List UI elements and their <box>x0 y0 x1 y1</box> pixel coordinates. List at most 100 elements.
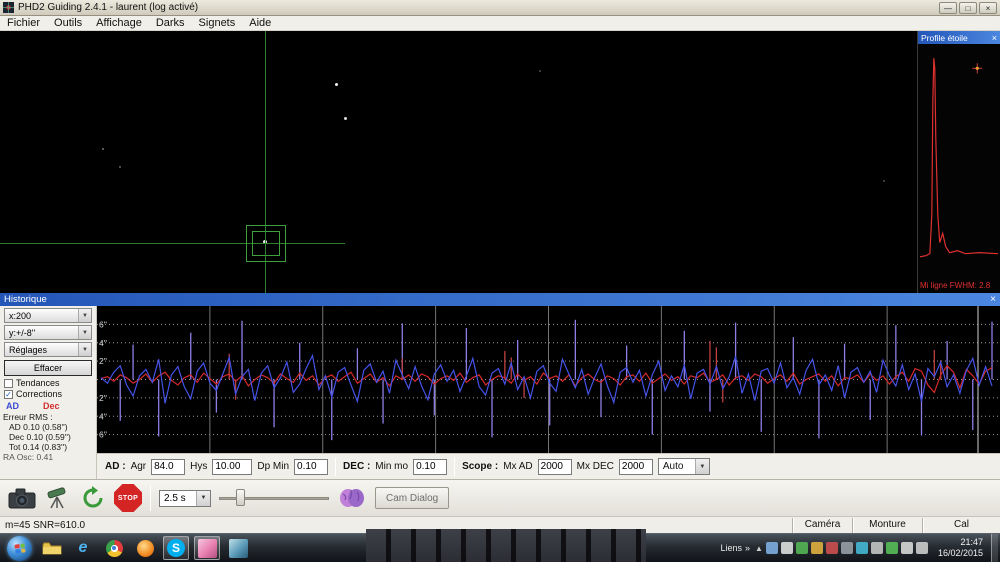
menu-darks[interactable]: Darks <box>149 17 192 29</box>
svg-text:4'': 4'' <box>99 411 107 421</box>
chevrons-icon: » <box>745 543 750 553</box>
links-toolbar[interactable]: Liens » <box>721 543 751 553</box>
reglages-select[interactable]: Réglages ▼ <box>4 342 92 357</box>
app-avatar-teal-icon[interactable] <box>225 536 251 560</box>
tray-icon-4[interactable] <box>811 542 823 554</box>
ra-legend-label: AD <box>6 401 19 411</box>
close-button[interactable]: × <box>979 2 997 14</box>
chevron-down-icon: ▼ <box>78 309 91 322</box>
star <box>539 70 541 72</box>
corrections-label: Corrections <box>16 389 62 399</box>
close-icon[interactable]: × <box>990 294 996 305</box>
menu-signets[interactable]: Signets <box>192 17 243 29</box>
avatar <box>198 539 217 558</box>
star-profile-header[interactable]: Profile étoile × <box>918 31 1000 44</box>
mxad-input[interactable] <box>538 459 572 475</box>
brain-settings-button[interactable] <box>337 486 367 510</box>
hidden-icons-arrow[interactable]: ▲ <box>755 542 763 554</box>
camera-connect-button[interactable] <box>8 487 38 510</box>
skype-icon[interactable]: S <box>163 536 189 560</box>
rms-readout: Erreur RMS : AD 0.10 (0.58'') Dec 0.10 (… <box>0 412 96 462</box>
history-controls: x:200 ▼ y:+/-8'' ▼ Réglages ▼ Effacer Te… <box>0 306 97 479</box>
agr-input[interactable] <box>151 459 185 475</box>
guide-loop-button[interactable] <box>80 486 106 510</box>
svg-text:6'': 6'' <box>99 319 107 329</box>
exposure-select[interactable]: 2.5 s ▼ <box>159 490 211 507</box>
crosshair-horizontal-line <box>0 243 345 244</box>
dpmin-input[interactable] <box>294 459 328 475</box>
separator <box>335 458 336 476</box>
main-toolbar: STOP 2.5 s ▼ Cam Dialog <box>0 479 1000 516</box>
menu-fichier[interactable]: Fichier <box>0 17 47 29</box>
hys-input[interactable] <box>212 459 252 475</box>
separator <box>454 458 455 476</box>
maximize-button[interactable]: □ <box>959 2 977 14</box>
star-profile-title: Profile étoile <box>921 33 968 43</box>
star-search-box <box>252 231 280 256</box>
menu-affichage[interactable]: Affichage <box>89 17 149 29</box>
show-desktop-button[interactable] <box>991 534 998 562</box>
explorer-folder-icon[interactable] <box>39 536 65 560</box>
chrome-icon[interactable] <box>101 536 127 560</box>
cam-dialog-button[interactable]: Cam Dialog <box>375 487 449 509</box>
status-mount: Monture <box>852 518 922 533</box>
rms-ra: AD 0.10 (0.58'') <box>3 422 96 432</box>
antivirus-icon[interactable] <box>886 542 898 554</box>
tray-icon-8[interactable] <box>871 542 883 554</box>
minimize-button[interactable]: — <box>939 2 957 14</box>
firefox-icon[interactable] <box>132 536 158 560</box>
rms-dec: Dec 0.10 (0.59'') <box>3 432 96 442</box>
mxdec-input[interactable] <box>619 459 653 475</box>
corrections-checkbox[interactable]: ✓ <box>4 390 13 399</box>
slider-thumb[interactable] <box>236 489 245 506</box>
svg-text:2'': 2'' <box>99 393 107 403</box>
chevron-down-icon: ▼ <box>695 459 709 474</box>
dec-minmo-input[interactable] <box>413 459 447 475</box>
volume-icon[interactable] <box>916 542 928 554</box>
telescope-icon <box>46 486 72 510</box>
corrections-checkbox-row[interactable]: ✓ Corrections <box>0 388 96 399</box>
x-scale-select[interactable]: x:200 ▼ <box>4 308 92 323</box>
app-avatar-pink-icon[interactable] <box>194 536 220 560</box>
network-icon[interactable] <box>901 542 913 554</box>
clear-button[interactable]: Effacer <box>4 360 92 376</box>
stretch-slider[interactable] <box>219 488 329 508</box>
chevron-down-icon: ▼ <box>78 326 91 339</box>
trend-checkbox[interactable] <box>4 379 13 388</box>
menu-outils[interactable]: Outils <box>47 17 89 29</box>
tray-icon-1[interactable] <box>766 542 778 554</box>
close-icon[interactable]: × <box>992 33 997 43</box>
stop-button[interactable]: STOP <box>114 484 142 512</box>
tray-icon-2[interactable] <box>781 542 793 554</box>
guiding-history-graph: 6''4''2''2''4''6'' <box>97 306 1000 453</box>
tray-icon-6[interactable] <box>841 542 853 554</box>
chrome-logo-icon <box>106 540 123 557</box>
history-panel: Historique × x:200 ▼ y:+/-8'' ▼ Réglages… <box>0 293 1000 479</box>
taskbar-clock[interactable]: 21:47 16/02/2015 <box>938 537 983 559</box>
guide-camera-view[interactable]: Profile étoile × Mi ligne FWHM: 2.8 <box>0 31 1000 293</box>
start-button[interactable] <box>7 536 32 561</box>
status-cal: Cal <box>922 518 1000 533</box>
menu-aide[interactable]: Aide <box>242 17 278 29</box>
tray-icon-7[interactable] <box>856 542 868 554</box>
menu-bar: Fichier Outils Affichage Darks Signets A… <box>0 16 1000 31</box>
trend-checkbox-row[interactable]: Tendances <box>0 377 96 388</box>
star <box>119 166 121 168</box>
mxad-label: Mx AD <box>503 461 532 472</box>
graph-legend: AD Dec <box>0 399 96 411</box>
tray-icon-5[interactable] <box>826 542 838 554</box>
clock-date: 16/02/2015 <box>938 548 983 559</box>
y-scale-select[interactable]: y:+/-8'' ▼ <box>4 325 92 340</box>
svg-text:2'': 2'' <box>99 356 107 366</box>
dpmin-label: Dp Min <box>257 461 289 472</box>
history-header[interactable]: Historique × <box>0 293 1000 306</box>
rms-tot: Tot 0.14 (0.83'') <box>3 442 96 452</box>
stop-label: STOP <box>118 495 138 502</box>
tray-icon-3[interactable] <box>796 542 808 554</box>
taskbar-apps: e S <box>39 536 251 560</box>
dec-mode-select[interactable]: Auto ▼ <box>658 458 710 475</box>
telescope-connect-button[interactable] <box>46 486 72 510</box>
brain-icon <box>337 486 367 510</box>
phd2-window: PHD2 Guiding 2.4.1 - laurent (log activé… <box>0 0 1000 562</box>
internet-explorer-icon[interactable]: e <box>70 536 96 560</box>
